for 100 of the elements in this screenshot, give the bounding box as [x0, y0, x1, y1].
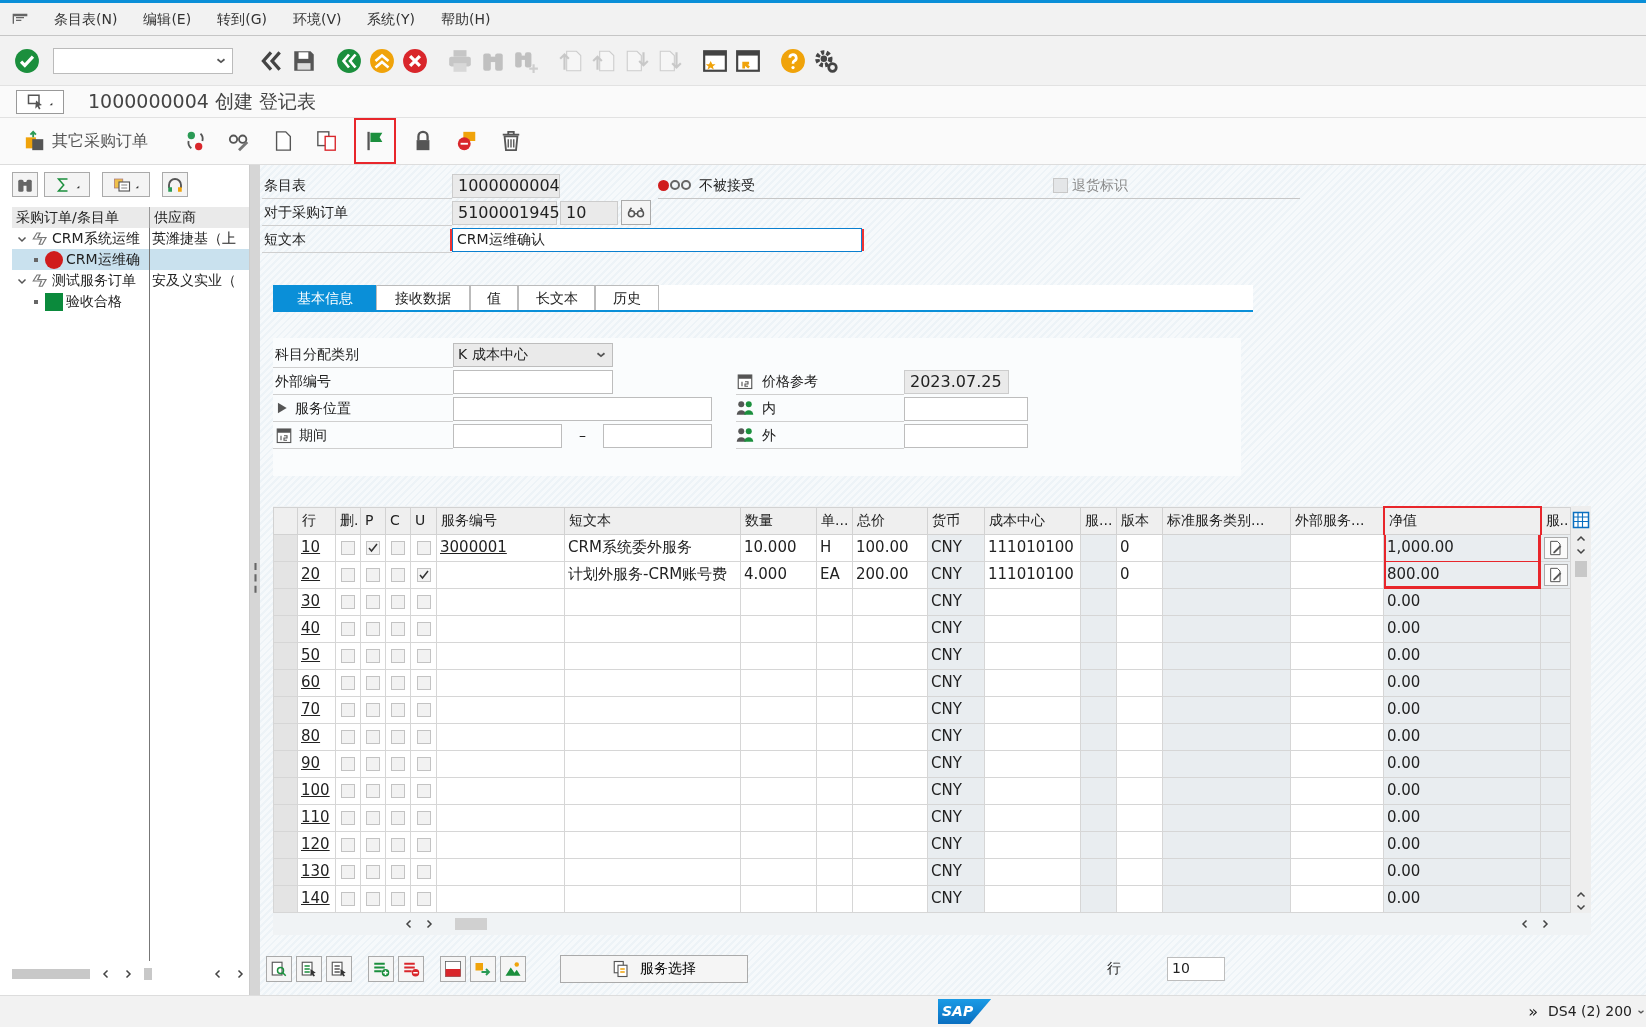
tab[interactable]: 历史 — [595, 285, 659, 310]
expand-toggle[interactable]: » — [1528, 999, 1538, 1024]
checkbox[interactable] — [416, 675, 431, 690]
internal-input[interactable] — [904, 396, 1028, 421]
column-header[interactable]: 成本中心 — [984, 507, 1081, 534]
row-selector[interactable] — [273, 750, 298, 777]
column-header[interactable]: 服.. — [1540, 507, 1571, 534]
layout-button[interactable] — [102, 172, 150, 197]
price-tag-icon[interactable] — [444, 959, 462, 978]
tree-row[interactable]: 测试服务订单 安及义实业（ — [12, 270, 249, 291]
column-header[interactable]: 行 — [297, 507, 336, 534]
column-header[interactable]: 服... — [1080, 507, 1117, 534]
stamp-stop-icon[interactable] — [456, 130, 478, 152]
checkbox[interactable] — [366, 594, 380, 609]
list-deselect-icon[interactable] — [330, 959, 348, 978]
line-input[interactable]: 10 — [1167, 956, 1225, 981]
checkbox[interactable] — [391, 621, 405, 636]
checkbox[interactable] — [391, 675, 405, 690]
help-icon[interactable] — [780, 47, 806, 74]
row-selector[interactable] — [273, 723, 298, 750]
column-header[interactable]: 短文本 — [564, 507, 741, 534]
purchase-order-field[interactable]: 5100001945 — [452, 200, 557, 225]
tree-item[interactable]: CRM系统运维 — [52, 228, 140, 249]
menu-item[interactable]: 环境(V) — [292, 8, 342, 30]
period-to-input[interactable] — [603, 423, 712, 448]
mountain-icon[interactable] — [504, 959, 522, 978]
link[interactable]: 10 — [301, 538, 321, 557]
checkbox[interactable] — [366, 729, 380, 744]
account-assignment-select[interactable]: K 成本中心 — [453, 342, 613, 367]
checkbox[interactable] — [341, 864, 355, 879]
table-settings-icon[interactable] — [1572, 510, 1590, 529]
link[interactable]: 40 — [301, 619, 321, 638]
link[interactable]: 80 — [301, 727, 321, 746]
row-selector[interactable] — [273, 534, 298, 561]
tab[interactable]: 基本信息 — [273, 285, 376, 310]
sum-button[interactable] — [44, 172, 90, 197]
link[interactable]: 70 — [301, 700, 321, 719]
checkbox[interactable] — [341, 756, 355, 771]
checkbox[interactable] — [341, 540, 355, 555]
item-field[interactable]: 10 — [560, 200, 618, 225]
column-header[interactable]: 货币 — [927, 507, 985, 534]
tree-row[interactable]: 验收合格 — [12, 291, 249, 312]
link[interactable]: 50 — [301, 646, 321, 665]
row-selector[interactable] — [273, 561, 298, 588]
short-text-input[interactable]: CRM运维确认 — [452, 227, 862, 252]
column-header[interactable]: P — [360, 507, 386, 534]
checkbox[interactable] — [416, 621, 431, 636]
row-selector[interactable] — [273, 642, 298, 669]
checkbox[interactable] — [341, 891, 355, 906]
tree-item[interactable]: CRM运维确 — [66, 249, 140, 270]
checkbox[interactable] — [366, 621, 380, 636]
checkbox[interactable] — [416, 702, 431, 717]
checkbox[interactable] — [366, 648, 380, 663]
settings-icon[interactable] — [813, 47, 839, 74]
checkbox[interactable] — [391, 756, 405, 771]
checkbox[interactable] — [341, 675, 355, 690]
checkbox[interactable] — [416, 891, 431, 906]
row-selector[interactable] — [273, 804, 298, 831]
menu-item[interactable]: 系统(Y) — [367, 8, 415, 30]
column-header[interactable]: 净值 — [1383, 507, 1541, 534]
other-order-button[interactable]: 其它采购订单 — [18, 123, 154, 159]
link[interactable]: 30 — [301, 592, 321, 611]
column-header[interactable]: 标准服务类别... — [1162, 507, 1291, 534]
cancel-icon[interactable] — [402, 47, 428, 74]
checkbox[interactable] — [366, 540, 380, 555]
checkbox[interactable] — [416, 837, 431, 852]
tree-row[interactable]: CRM运维确 — [12, 249, 249, 270]
column-header[interactable]: 数量 — [740, 507, 817, 534]
column-header[interactable]: U — [410, 507, 437, 534]
column-header[interactable]: 版本 — [1116, 507, 1163, 534]
checkbox[interactable] — [341, 729, 355, 744]
checkbox[interactable] — [416, 540, 431, 555]
exit-icon[interactable] — [369, 47, 395, 74]
link[interactable]: 90 — [301, 754, 321, 773]
checkbox[interactable] — [391, 810, 405, 825]
scroll-thumb[interactable] — [12, 969, 90, 979]
select-all-corner[interactable] — [273, 507, 298, 534]
trash-icon[interactable] — [500, 130, 522, 152]
checkbox[interactable] — [341, 702, 355, 717]
checkbox[interactable] — [366, 756, 380, 771]
row-selector[interactable] — [273, 588, 298, 615]
checkbox[interactable] — [366, 702, 380, 717]
checkbox[interactable] — [341, 648, 355, 663]
checkbox[interactable] — [366, 783, 380, 798]
column-header[interactable]: C — [385, 507, 411, 534]
entry-sheet-field[interactable]: 1000000004 — [452, 173, 560, 198]
checkbox[interactable] — [366, 810, 380, 825]
column-header[interactable]: 删. — [335, 507, 361, 534]
checkbox[interactable] — [416, 594, 431, 609]
headset-button[interactable] — [162, 172, 188, 197]
checkbox[interactable] — [366, 675, 380, 690]
external-input[interactable] — [904, 423, 1028, 448]
tree-item[interactable]: 测试服务订单 — [52, 270, 136, 291]
column-header[interactable]: 服务编号 — [436, 507, 565, 534]
link[interactable]: 120 — [301, 835, 330, 854]
checkbox[interactable] — [391, 891, 405, 906]
checkbox[interactable] — [416, 648, 431, 663]
checkbox[interactable] — [341, 567, 355, 582]
menu-item[interactable]: 编辑(E) — [143, 8, 192, 30]
checkbox[interactable] — [366, 864, 380, 879]
